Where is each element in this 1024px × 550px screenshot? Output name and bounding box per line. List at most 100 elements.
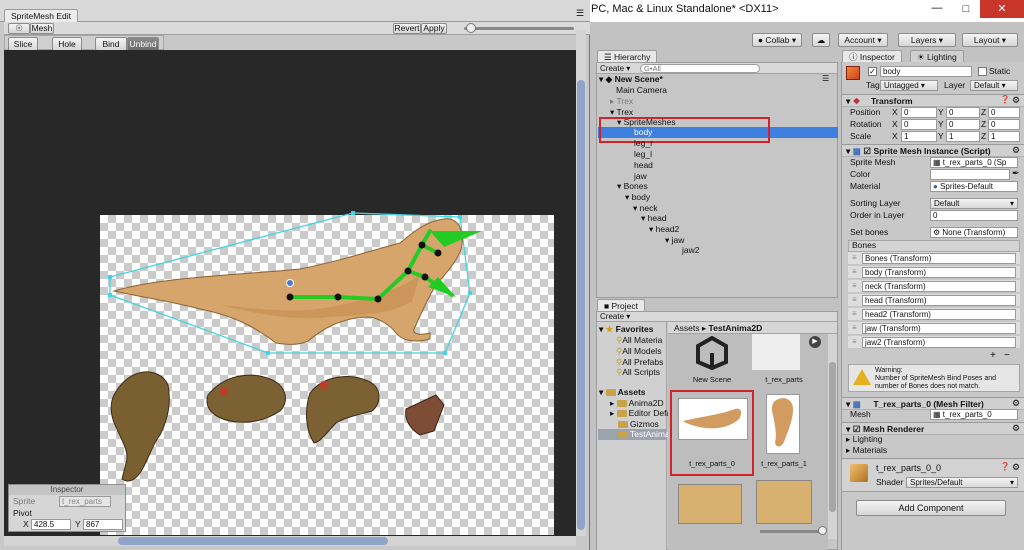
tree-row-bone-head2[interactable]: ▾ head2 [649, 224, 679, 235]
gameobject-active-checkbox[interactable]: ✓ [868, 67, 877, 76]
zoom-slider-handle[interactable] [466, 23, 476, 33]
tree-row-new-scene[interactable]: ▾ ◆ New Scene* [599, 74, 663, 85]
favorite-item[interactable]: ⚲All Scripts [616, 367, 660, 378]
asset-size-slider-handle[interactable] [818, 526, 827, 535]
asset-size-slider[interactable] [760, 530, 824, 533]
cloud-button[interactable]: ☁ [812, 33, 830, 47]
sm-sprite-field[interactable]: t_rex_parts [59, 496, 111, 507]
component-gear-icon[interactable]: ⚙ [1012, 95, 1020, 106]
scl-y-input[interactable]: 1 [946, 131, 980, 142]
add-component-button[interactable]: Add Component [856, 500, 1006, 516]
tree-row-leg-l[interactable]: leg_l [634, 149, 652, 160]
set-bones-field[interactable]: ⚙ None (Transform) [930, 227, 1018, 238]
gameobject-name-input[interactable]: body [880, 66, 972, 77]
tree-row-bone-jaw2[interactable]: jaw2 [682, 245, 699, 256]
rot-z-input[interactable]: 0 [988, 119, 1020, 130]
tree-row-body-selected[interactable]: body [634, 127, 652, 138]
layout-button[interactable]: Layout ▾ [962, 33, 1018, 47]
apply-button[interactable]: Apply [421, 23, 447, 34]
bone-ref-field[interactable]: body (Transform) [862, 267, 1016, 278]
window-minimize-button[interactable]: — [922, 0, 952, 18]
asset-folder-item[interactable]: ▸ Editor Defa [610, 408, 671, 419]
bone-ref-field[interactable]: head (Transform) [862, 295, 1016, 306]
bone-list-item[interactable]: ≡ neck (Transform) [848, 280, 1020, 293]
asset-folder-item-selected[interactable]: TestAnima [618, 429, 670, 440]
component-gear-icon[interactable]: ⚙ [1012, 423, 1020, 434]
asset-grid-scroll-thumb[interactable] [829, 362, 836, 512]
layer-dropdown[interactable]: Default ▾ [970, 80, 1018, 91]
drag-handle-icon[interactable]: ≡ [852, 267, 857, 276]
hierarchy-scene-menu-icon[interactable]: ☰ [822, 74, 829, 83]
component-gear-icon[interactable]: ⚙ [1012, 398, 1020, 409]
favorite-item[interactable]: ⚲All Materia [616, 335, 662, 346]
breadcrumb-leaf[interactable]: TestAnima2D [709, 323, 763, 333]
bone-remove-button[interactable]: − [1004, 350, 1010, 361]
sm-horizontal-scroll-thumb[interactable] [118, 537, 388, 545]
bone-list-item[interactable]: ≡ jaw (Transform) [848, 322, 1020, 335]
bone-list-item[interactable]: ≡ head2 (Transform) [848, 308, 1020, 321]
tree-row-head[interactable]: head [634, 160, 653, 171]
favorites-header[interactable]: ▾ ★ Favorites [599, 324, 653, 335]
layers-button[interactable]: Layers ▾ [898, 33, 956, 47]
bone-ref-field[interactable]: Bones (Transform) [862, 253, 1016, 264]
tree-row-bone-body[interactable]: ▾ body [625, 192, 650, 203]
bone-list-item[interactable]: ≡ body (Transform) [848, 266, 1020, 279]
sorting-layer-dropdown[interactable]: Default ▾ [930, 198, 1018, 209]
tree-row-trex-inactive[interactable]: ▸ Trex [610, 96, 633, 107]
bone-add-button[interactable]: + [990, 350, 996, 361]
bind-button[interactable]: Bind [95, 37, 127, 51]
slice-button[interactable]: Slice [8, 37, 38, 51]
revert-button[interactable]: Revert [393, 23, 421, 34]
component-gear-icon[interactable]: ⚙ [1012, 145, 1020, 156]
scl-z-input[interactable]: 1 [988, 131, 1020, 142]
drag-handle-icon[interactable]: ≡ [852, 337, 857, 346]
static-checkbox[interactable] [978, 67, 987, 76]
drag-handle-icon[interactable]: ≡ [852, 253, 857, 262]
sm-tool-icon-button[interactable]: ☉ [8, 23, 30, 34]
sm-pivot-x-input[interactable]: 428.5 [31, 519, 71, 530]
sprite-mesh-field[interactable]: ▦ t_rex_parts_0 (Sp [930, 157, 1018, 168]
component-help-icon[interactable]: ❓ [1000, 95, 1010, 104]
transform-header[interactable]: ▾ ❖ Transform [842, 94, 1024, 107]
hole-button[interactable]: Hole [52, 37, 82, 51]
hierarchy-create-button[interactable]: Create ▾ [600, 63, 630, 74]
sm-vertical-scroll-thumb[interactable] [577, 80, 585, 530]
mesh-field[interactable]: ▦ t_rex_parts_0 [930, 409, 1018, 420]
drag-handle-icon[interactable]: ≡ [852, 281, 857, 290]
pos-z-input[interactable]: 0 [988, 107, 1020, 118]
window-maximize-button[interactable]: □ [952, 0, 980, 18]
eyedropper-icon[interactable]: ✒ [1012, 168, 1020, 179]
bone-ref-field[interactable]: jaw2 (Transform) [862, 337, 1016, 348]
zoom-slider-track[interactable] [464, 27, 574, 30]
play-icon[interactable]: ▶ [809, 336, 821, 348]
project-create-button[interactable]: Create ▾ [600, 312, 630, 322]
drag-handle-icon[interactable]: ≡ [852, 295, 857, 304]
window-close-button[interactable]: ✕ [980, 0, 1024, 18]
sm-pivot-y-input[interactable]: 867 [83, 519, 123, 530]
pos-x-input[interactable]: 0 [901, 107, 937, 118]
breadcrumb-root[interactable]: Assets [674, 323, 700, 333]
color-swatch[interactable] [930, 169, 1010, 180]
material-field[interactable]: ● Sprites-Default [930, 181, 1018, 192]
tree-row-leg-r[interactable]: leg_r [634, 138, 653, 149]
asset-tile-t-rex-parts[interactable] [752, 334, 800, 370]
shader-dropdown[interactable]: Sprites/Default ▾ [906, 477, 1018, 488]
tag-dropdown[interactable]: Untagged ▾ [880, 80, 938, 91]
drag-handle-icon[interactable]: ≡ [852, 323, 857, 332]
asset-tile-head[interactable] [678, 484, 742, 524]
rot-x-input[interactable]: 0 [901, 119, 937, 130]
sm-window-tab[interactable]: SpriteMesh Edit [4, 9, 78, 22]
drag-handle-icon[interactable]: ≡ [852, 309, 857, 318]
lighting-foldout[interactable]: ▸ Lighting [846, 434, 882, 445]
bone-list-item[interactable]: ≡ Bones (Transform) [848, 252, 1020, 265]
asset-tile-t-rex-parts-1[interactable] [766, 394, 800, 454]
bone-ref-field[interactable]: jaw (Transform) [862, 323, 1016, 334]
scl-x-input[interactable]: 1 [901, 131, 937, 142]
bone-ref-field[interactable]: head2 (Transform) [862, 309, 1016, 320]
assets-header[interactable]: ▾ Assets [599, 387, 646, 398]
asset-tile-head2[interactable] [756, 480, 812, 524]
materials-foldout[interactable]: ▸ Materials [846, 445, 887, 456]
component-enabled-checkbox[interactable]: ☑ [863, 146, 871, 156]
sprite-mesh-instance-header[interactable]: ▾ ▩ ☑ Sprite Mesh Instance (Script) [842, 144, 1024, 157]
account-button[interactable]: Account ▾ [838, 33, 888, 47]
